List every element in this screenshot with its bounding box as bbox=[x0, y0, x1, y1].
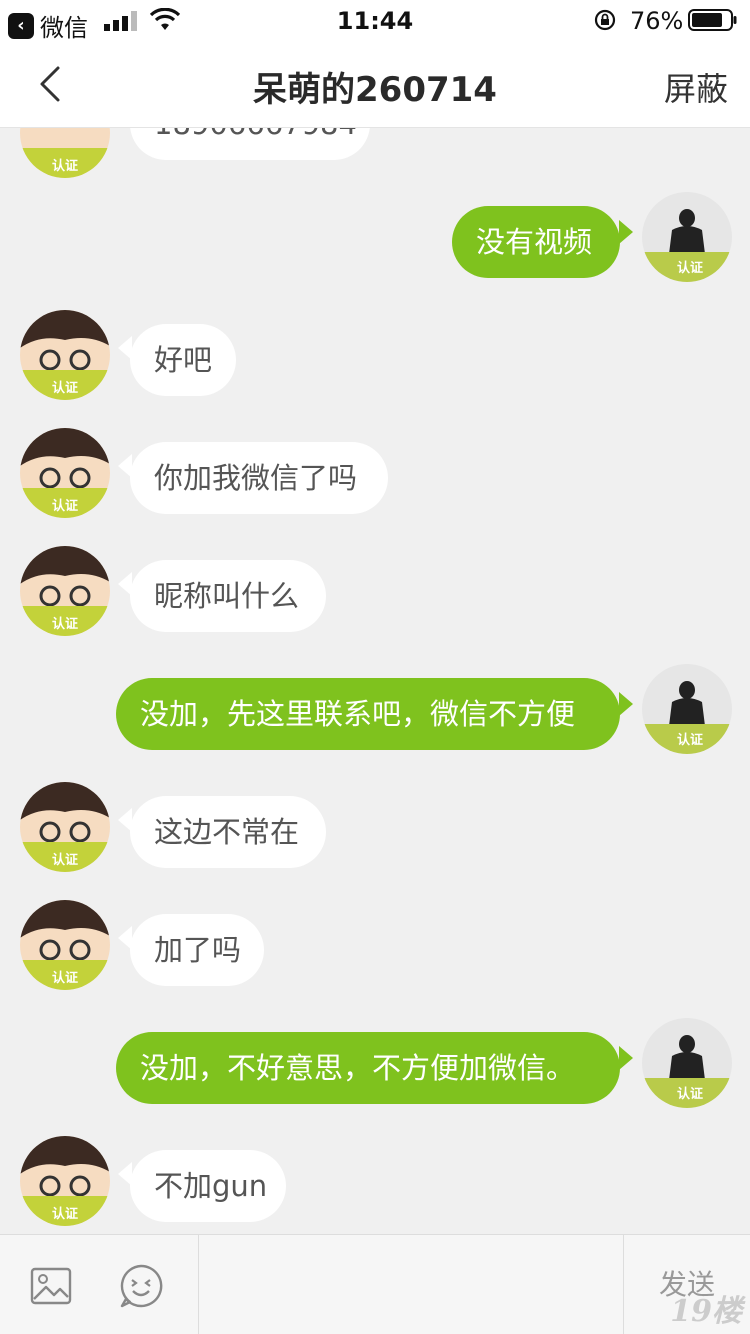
verified-badge: 认证 bbox=[677, 1086, 703, 1102]
verified-badge: 认证 bbox=[52, 1206, 78, 1222]
message-bubble-incoming[interactable]: 这边不常在 bbox=[130, 796, 326, 868]
verified-badge: 认证 bbox=[52, 852, 78, 868]
cartoon-avatar[interactable]: 认证 bbox=[20, 310, 110, 400]
battery-percent: 76% bbox=[630, 7, 684, 35]
bubble-tail bbox=[619, 692, 633, 716]
photo-avatar[interactable]: 认证 bbox=[642, 1018, 732, 1108]
message-input[interactable] bbox=[198, 1235, 624, 1334]
cartoon-avatar[interactable]: 认证 bbox=[20, 1136, 110, 1226]
message-bubble-outgoing[interactable]: 没加，不好意思，不方便加微信。 bbox=[116, 1032, 620, 1104]
photo-avatar[interactable]: 认证 bbox=[642, 192, 732, 282]
verified-badge: 认证 bbox=[677, 732, 703, 748]
verified-badge: 认证 bbox=[52, 158, 78, 174]
verified-badge: 认证 bbox=[52, 498, 78, 514]
verified-badge: 认证 bbox=[52, 616, 78, 632]
watermark-logo: 19楼 bbox=[670, 1294, 742, 1329]
input-bar: 发送 19楼 bbox=[0, 1234, 750, 1334]
message-bubble-incoming[interactable]: 18906667984 bbox=[130, 128, 370, 160]
message-bubble-incoming[interactable]: 你加我微信了吗 bbox=[130, 442, 388, 514]
message-bubble-outgoing[interactable]: 没有视频 bbox=[452, 206, 620, 278]
message-bubble-incoming[interactable]: 加了吗 bbox=[130, 914, 264, 986]
message-bubble-outgoing[interactable]: 没加，先这里联系吧，微信不方便 bbox=[116, 678, 620, 750]
cartoon-avatar[interactable]: 认证 bbox=[20, 428, 110, 518]
message-bubble-incoming[interactable]: 不加gun bbox=[130, 1150, 286, 1222]
cartoon-avatar[interactable]: 认证 bbox=[20, 128, 110, 178]
emoji-icon[interactable] bbox=[118, 1263, 164, 1309]
nav-bar: 呆萌的260714 屏蔽 bbox=[0, 40, 750, 128]
cartoon-avatar[interactable]: 认证 bbox=[20, 900, 110, 990]
bubble-tail bbox=[619, 1046, 633, 1070]
bubble-tail bbox=[619, 220, 633, 244]
status-bar: ‹ 微信 11:44 76% bbox=[0, 0, 750, 42]
verified-badge: 认证 bbox=[52, 970, 78, 986]
page-title: 呆萌的260714 bbox=[253, 70, 497, 110]
image-icon[interactable] bbox=[30, 1265, 72, 1307]
rotation-lock-icon bbox=[594, 9, 616, 31]
verified-badge: 认证 bbox=[52, 380, 78, 396]
cartoon-avatar[interactable]: 认证 bbox=[20, 546, 110, 636]
photo-avatar[interactable]: 认证 bbox=[642, 664, 732, 754]
cartoon-avatar[interactable]: 认证 bbox=[20, 782, 110, 872]
message-bubble-incoming[interactable]: 昵称叫什么 bbox=[130, 560, 326, 632]
block-button[interactable]: 屏蔽 bbox=[664, 64, 728, 110]
message-bubble-incoming[interactable]: 好吧 bbox=[130, 324, 236, 396]
verified-badge: 认证 bbox=[677, 260, 703, 276]
battery-icon bbox=[688, 9, 737, 31]
chat-area[interactable]: 认证 18906667984 没有视频 认证 认证 好吧 bbox=[0, 128, 750, 1234]
